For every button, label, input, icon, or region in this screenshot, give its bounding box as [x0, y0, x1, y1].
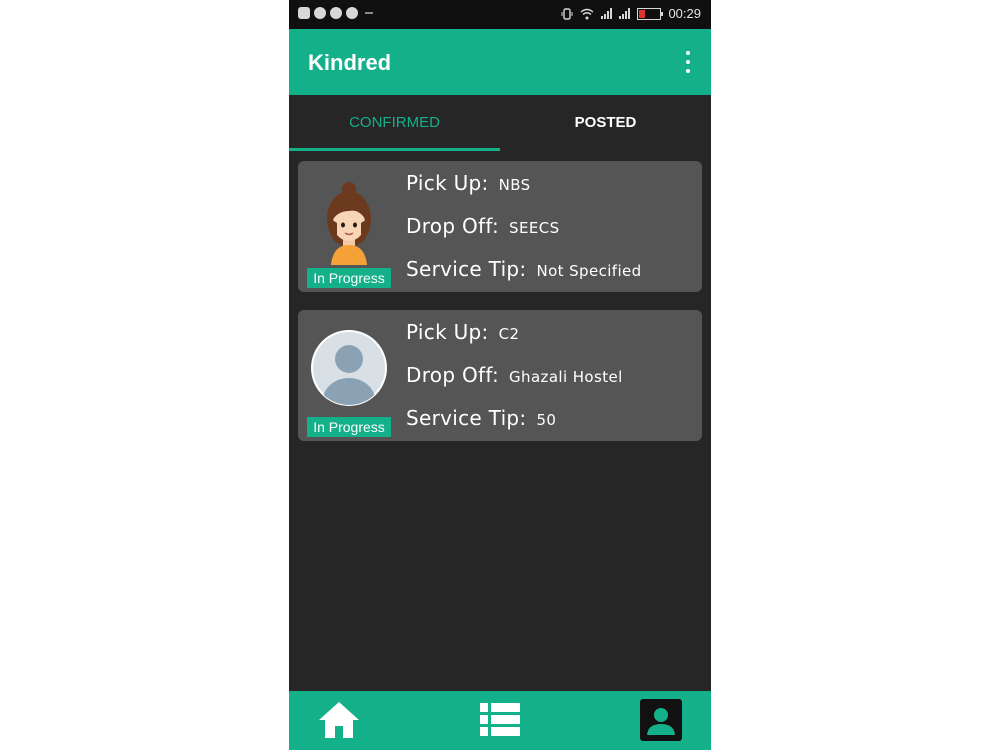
pickup-label: Pick Up: [406, 320, 489, 344]
messenger-icon [330, 7, 342, 19]
request-card[interactable]: In Progress Pick Up: NBS Drop Off: SEECS… [298, 161, 702, 292]
request-card[interactable]: In Progress Pick Up: C2 Drop Off: Ghazal… [298, 310, 702, 441]
facebook-icon [298, 7, 310, 19]
tip-row: Service Tip: Not Specified [406, 257, 642, 283]
system-icons: 00:29 [561, 6, 701, 21]
overflow-menu-icon[interactable] [683, 51, 693, 73]
dropoff-label: Drop Off: [406, 363, 500, 387]
list-icon [480, 703, 520, 736]
dropoff-value: Ghazali Hostel [509, 368, 623, 386]
home-icon [319, 702, 359, 738]
tab-posted[interactable]: POSTED [500, 95, 711, 153]
tip-value: 50 [536, 411, 557, 429]
dropoff-row: Drop Off: Ghazali Hostel [406, 363, 623, 389]
tip-label: Service Tip: [406, 406, 527, 430]
home-nav-button[interactable] [309, 697, 369, 743]
status-time: 00:29 [668, 6, 701, 21]
wifi-icon [581, 8, 594, 19]
phone-screen: 00:29 Kindred CONFIRMED POSTED In Progre… [289, 0, 711, 750]
female-avatar-icon [327, 182, 371, 265]
tip-label: Service Tip: [406, 257, 527, 281]
whatsapp-icon [314, 7, 326, 19]
vibrate-icon [561, 7, 573, 20]
status-bar: 00:29 [289, 0, 711, 29]
tab-bar: CONFIRMED POSTED [289, 95, 711, 153]
battery-icon [637, 7, 664, 20]
default-user-avatar-icon [311, 330, 387, 406]
avatar: In Progress [307, 179, 391, 288]
tip-value: Not Specified [536, 262, 642, 280]
pickup-label: Pick Up: [406, 171, 489, 195]
more-notifications-icon [365, 12, 373, 14]
pickup-row: Pick Up: NBS [406, 171, 531, 197]
pickup-value: C2 [498, 325, 520, 343]
avatar: In Progress [307, 328, 391, 437]
dropoff-row: Drop Off: SEECS [406, 214, 560, 240]
bottom-navigation [289, 691, 711, 750]
signal-icon [619, 8, 631, 19]
app-title: Kindred [308, 50, 392, 75]
status-badge: In Progress [307, 417, 391, 437]
dropoff-label: Drop Off: [406, 214, 500, 238]
tip-row: Service Tip: 50 [406, 406, 556, 432]
signal-icon [601, 8, 613, 19]
tab-confirmed[interactable]: CONFIRMED [289, 95, 500, 153]
list-nav-button[interactable] [470, 697, 530, 743]
profile-icon [640, 699, 682, 741]
profile-nav-button[interactable] [631, 697, 691, 743]
notification-icons [298, 7, 373, 19]
dropoff-value: SEECS [509, 219, 560, 237]
app-bar: Kindred [289, 29, 711, 95]
pickup-row: Pick Up: C2 [406, 320, 519, 346]
pickup-value: NBS [498, 176, 531, 194]
messenger-icon [346, 7, 358, 19]
tab-indicator [289, 148, 500, 151]
status-badge: In Progress [307, 268, 391, 288]
